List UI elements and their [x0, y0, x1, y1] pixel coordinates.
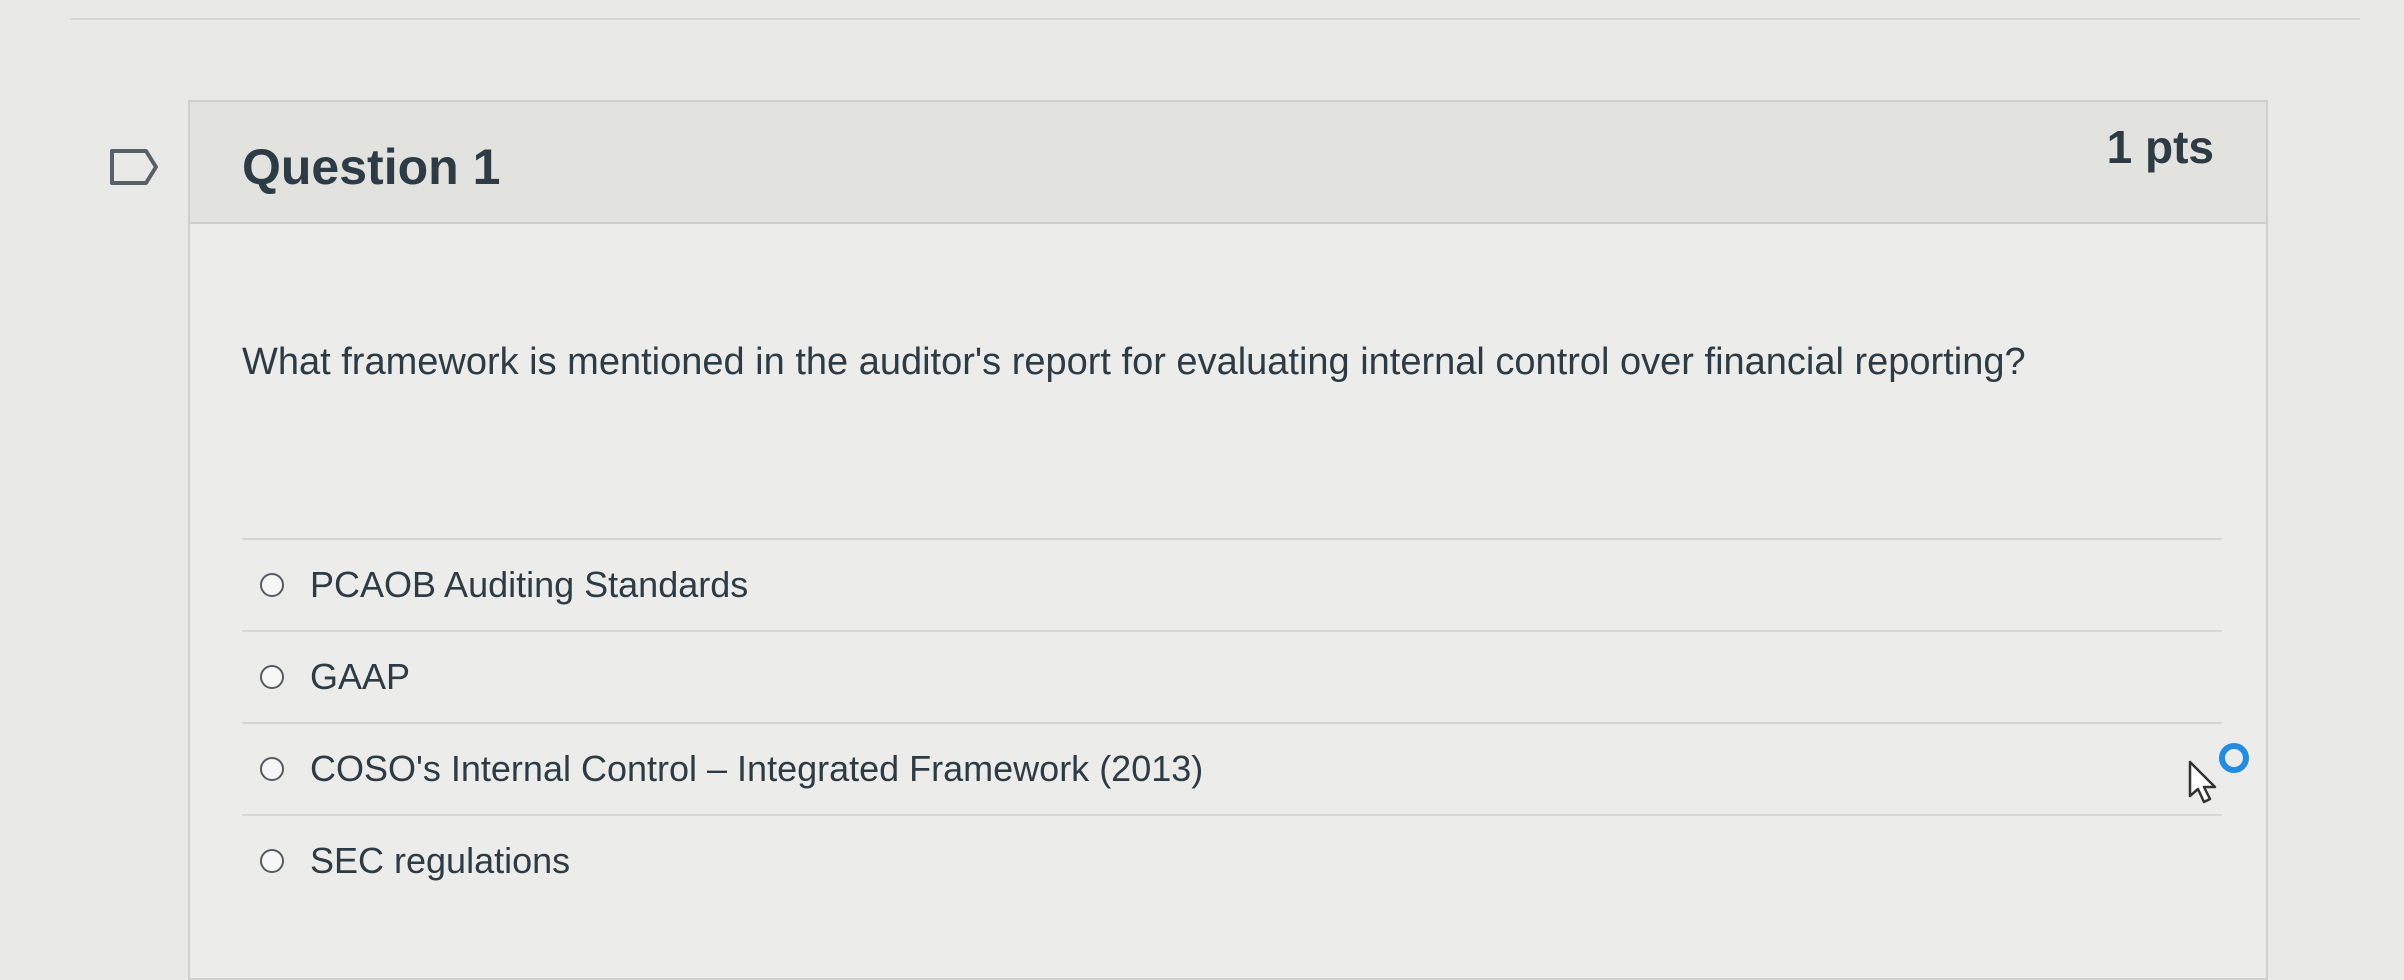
flag-question-button[interactable]: [108, 145, 160, 189]
question-title: Question 1: [242, 139, 501, 195]
flag-outline-icon: [110, 149, 158, 185]
mouse-cursor-icon: [2182, 742, 2256, 812]
question-points: 1 pts: [2106, 121, 2214, 173]
answer-list: PCAOB Auditing Standards GAAP COSO's Int…: [242, 538, 2222, 906]
radio-button[interactable]: [260, 665, 284, 689]
answer-option[interactable]: COSO's Internal Control – Integrated Fra…: [242, 722, 2222, 814]
radio-button[interactable]: [260, 849, 284, 873]
answer-option[interactable]: GAAP: [242, 630, 2222, 722]
question-card: Question 1 1 pts What framework is menti…: [188, 100, 2268, 980]
answer-option[interactable]: SEC regulations: [242, 814, 2222, 906]
answer-label[interactable]: COSO's Internal Control – Integrated Fra…: [310, 748, 1203, 790]
answer-label[interactable]: GAAP: [310, 656, 410, 698]
radio-button[interactable]: [260, 757, 284, 781]
answer-option[interactable]: PCAOB Auditing Standards: [242, 538, 2222, 630]
question-header: Question 1 1 pts: [190, 102, 2266, 224]
question-text: What framework is mentioned in the audit…: [242, 341, 2026, 383]
answer-label[interactable]: SEC regulations: [310, 840, 570, 882]
radio-button[interactable]: [260, 573, 284, 597]
top-divider: [70, 18, 2360, 20]
answer-label[interactable]: PCAOB Auditing Standards: [310, 564, 748, 606]
